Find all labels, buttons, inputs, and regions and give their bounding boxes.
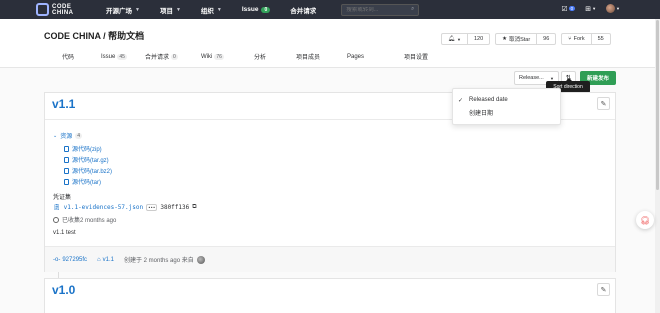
repo-header: CODE CHINA / 帮助文档 🔔︎ ▼ 120 ★ 取消Star 96 ⑂ Fo…: [0, 19, 660, 68]
sort-option-released-date[interactable]: ✓ Released date: [453, 94, 560, 106]
fork-icon: ⑂: [568, 36, 572, 42]
chevron-down-icon: ▼: [135, 6, 140, 13]
evidence-row: 📋︎ v1.1-evidences-57.json ••• 380ff136 ⧉: [53, 203, 197, 211]
evidence-collected: 已收集2 months ago: [53, 215, 116, 224]
tag-icon: ⌂: [97, 256, 101, 263]
search-icon: ⌕: [411, 6, 415, 12]
assets-count: 4: [75, 132, 82, 139]
release-title[interactable]: v1.0: [52, 283, 75, 297]
tab-pages[interactable]: Pages: [347, 52, 404, 61]
nav-projects[interactable]: 项目 ▼: [160, 5, 181, 15]
chevron-down-icon: ▼: [456, 36, 461, 42]
top-navbar: CODE CHINA 开源广场▼ 项目▼ 组织▼ Issue0 合并请求 ⌕ ☑…: [0, 0, 660, 19]
asset-link[interactable]: 源代码(tar.gz): [64, 155, 109, 164]
chevron-down-icon: ▼: [550, 75, 554, 81]
commit-link[interactable]: -o- 927295fc: [53, 257, 87, 263]
clock-icon: [53, 216, 59, 223]
issue-count-badge: 0: [261, 6, 271, 13]
avatar[interactable]: [196, 255, 205, 264]
create-new-button[interactable]: ⊞ ▼: [585, 5, 596, 13]
watch-button[interactable]: 🔔︎ ▼: [442, 34, 467, 44]
copy-icon[interactable]: ⧉: [192, 203, 196, 211]
chevron-down-icon: ▼: [216, 6, 222, 13]
scrollbar-thumb[interactable]: [656, 20, 659, 190]
fork-button[interactable]: ⑂ Fork: [562, 34, 590, 44]
star-button-group: ★ 取消Star 96: [495, 33, 557, 45]
todo-badge: 0: [568, 6, 576, 11]
sort-option-created-date[interactable]: 创建日期: [453, 106, 560, 118]
chevron-down-icon: ⌄: [53, 132, 58, 139]
star-count[interactable]: 96: [536, 34, 555, 44]
evidence-hash: 380ff136: [160, 203, 190, 211]
star-icon: ★: [502, 36, 508, 42]
asset-link[interactable]: 源代码(tar.bz2): [64, 166, 112, 175]
tab-wiki[interactable]: Wiki 76: [201, 52, 254, 61]
evidence-file-link[interactable]: v1.1-evidences-57.json: [64, 204, 143, 211]
tab-code[interactable]: 代码: [62, 52, 92, 61]
pencil-icon: ✎: [600, 100, 607, 108]
nav-merge-requests[interactable]: 合并请求: [290, 5, 316, 15]
created-text: 创建于 2 months ago 来自: [124, 258, 194, 264]
nav-open-source-square[interactable]: 开源广场 ▼: [106, 5, 140, 15]
nav-groups[interactable]: 组织 ▼: [201, 5, 222, 15]
evidence-heading: 凭证集: [53, 195, 72, 201]
search-input[interactable]: [346, 6, 407, 13]
repo-title[interactable]: CODE CHINA / 帮助文档: [44, 29, 144, 42]
tab-members[interactable]: 项目成员: [296, 52, 347, 61]
chevron-down-icon: ▼: [616, 6, 620, 11]
tab-merge-requests[interactable]: 合并请求 0: [145, 52, 201, 61]
file-zip-icon: [64, 145, 69, 152]
ellipsis-button[interactable]: •••: [146, 203, 158, 211]
logo-icon: [36, 3, 49, 16]
fork-count[interactable]: 55: [590, 34, 610, 44]
user-menu[interactable]: ▼: [606, 4, 620, 13]
todo-icon: ☑: [561, 5, 568, 13]
asset-link[interactable]: 源代码(tar): [64, 177, 101, 186]
avatar: [606, 4, 616, 13]
check-icon: ✓: [458, 97, 464, 104]
unstar-button[interactable]: ★ 取消Star: [496, 34, 536, 44]
plus-icon: ⊞: [585, 5, 592, 13]
file-zip-icon: [64, 178, 69, 185]
tab-project-settings[interactable]: 项目设置: [404, 52, 428, 61]
edit-release-button[interactable]: ✎: [597, 97, 610, 110]
commit-icon: -o-: [53, 256, 61, 263]
file-zip-icon: [64, 167, 69, 174]
release-description: v1.1 test: [53, 230, 76, 236]
customer-support-button[interactable]: 🎧︎: [636, 211, 654, 229]
tab-analytics[interactable]: 分析: [254, 52, 296, 61]
tag-link[interactable]: ⌂ v1.1: [97, 257, 114, 263]
clipboard-icon: 📋︎: [53, 203, 61, 211]
release-footer: -o- 927295fc ⌂ v1.1 创建于 2 months ago 来自: [45, 246, 615, 272]
search-box[interactable]: ⌕: [341, 3, 420, 16]
nav-issues[interactable]: Issue 0: [242, 6, 271, 13]
watch-count[interactable]: 120: [466, 34, 489, 44]
watch-button-group: 🔔︎ ▼ 120: [441, 33, 491, 45]
repo-tabs: 代码 Issue 45 合并请求 0 Wiki 76 分析 项目成员 Pages 项目…: [44, 52, 428, 61]
logo-line1: CODE: [52, 3, 72, 10]
logo-line2: CHINA: [52, 9, 74, 16]
edit-release-button[interactable]: ✎: [597, 283, 610, 296]
chevron-down-icon: ▼: [175, 6, 181, 13]
pencil-icon: ✎: [600, 286, 607, 294]
chevron-down-icon: ▼: [592, 6, 597, 11]
fork-button-group: ⑂ Fork 55: [561, 33, 611, 45]
file-zip-icon: [64, 156, 69, 163]
headset-icon: 🎧︎: [639, 215, 651, 225]
release-card: v1.0 ✎: [44, 278, 616, 313]
sort-dropdown-menu: ✓ Released date 创建日期: [452, 88, 561, 125]
todo-button[interactable]: ☑ 0: [561, 5, 576, 13]
bell-icon: 🔔︎: [448, 36, 455, 42]
release-title[interactable]: v1.1: [52, 97, 75, 111]
tab-issue[interactable]: Issue 45: [101, 52, 145, 61]
assets-toggle[interactable]: ⌄ 资源 4: [53, 131, 82, 140]
asset-link[interactable]: 源代码(zip): [64, 144, 102, 153]
codechina-logo[interactable]: CODE CHINA: [36, 3, 106, 16]
